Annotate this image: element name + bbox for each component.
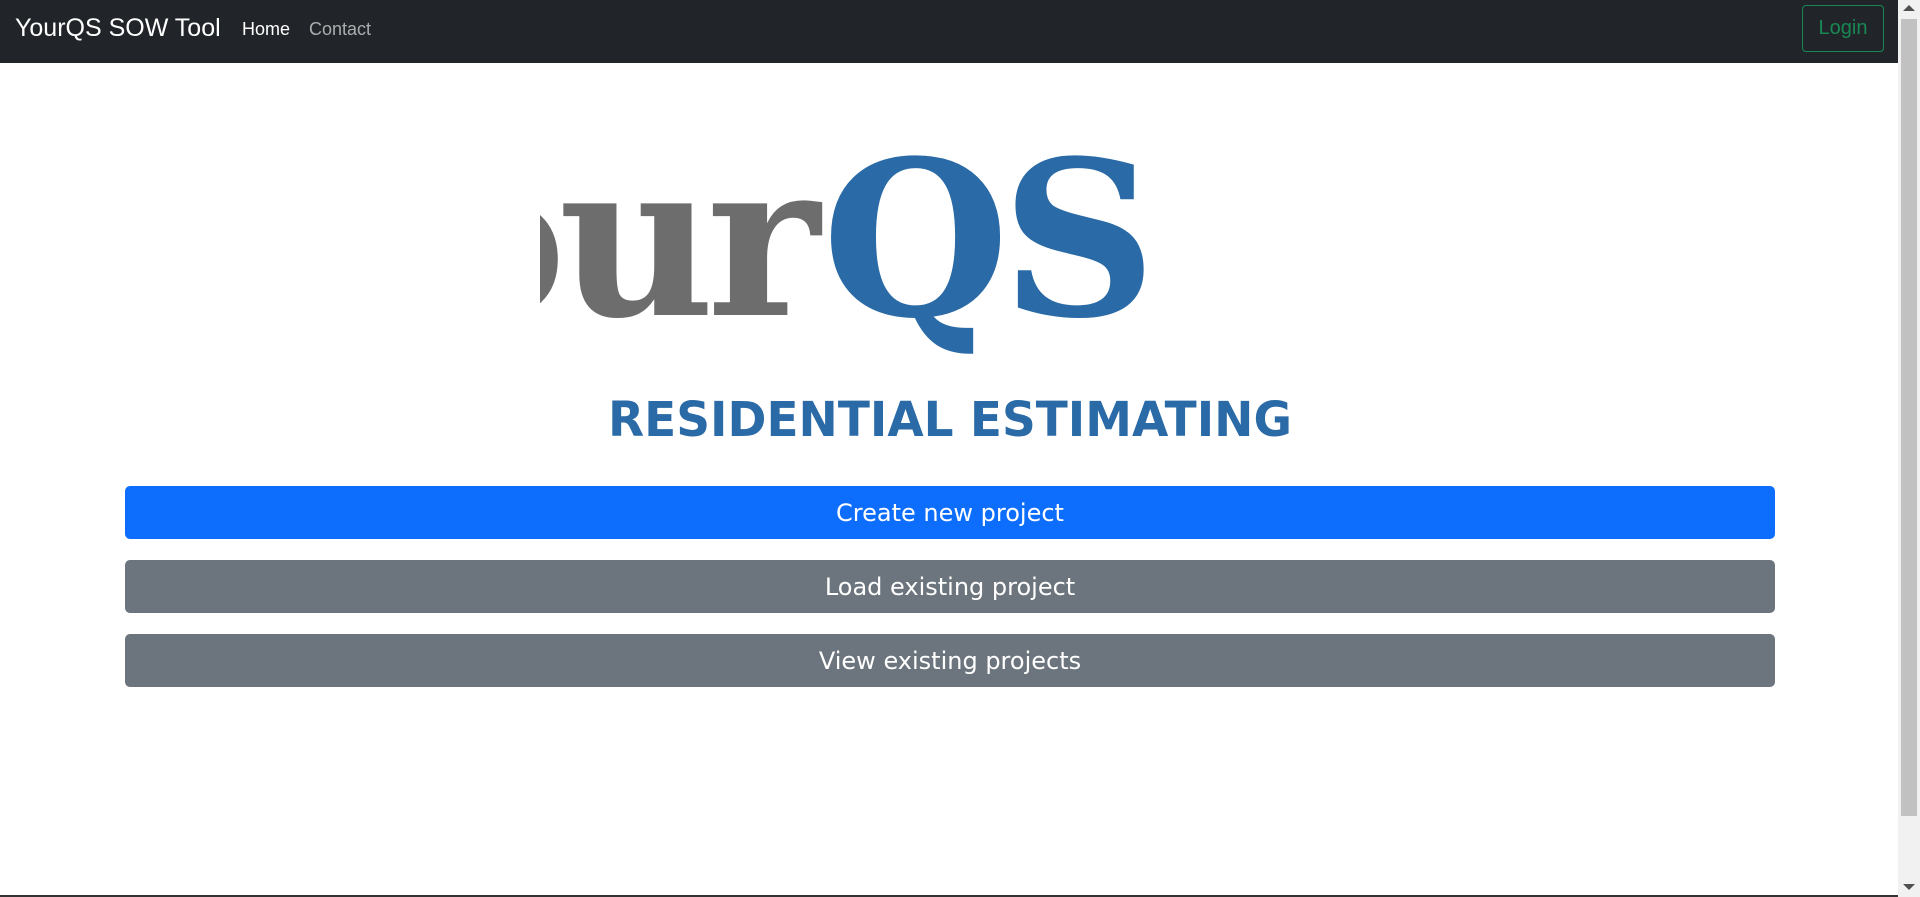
- yourqs-logo: Your QS RESIDENTIAL ESTIMATING: [540, 125, 1292, 448]
- vertical-scrollbar[interactable]: [1898, 0, 1920, 897]
- arrow-down-icon[interactable]: [1903, 884, 1915, 890]
- scrollbar-thumb[interactable]: [1901, 19, 1917, 816]
- logo-word-qs: QS: [822, 125, 1149, 366]
- nav-link-home[interactable]: Home: [242, 18, 290, 40]
- view-existing-projects-button[interactable]: View existing projects: [125, 634, 1775, 687]
- nav-link-contact[interactable]: Contact: [309, 18, 371, 40]
- top-navbar: YourQS SOW Tool Home Contact Login: [0, 0, 1898, 63]
- create-new-project-button[interactable]: Create new project: [125, 486, 1775, 539]
- arrow-up-icon[interactable]: [1903, 5, 1915, 11]
- logo-word-your: Your: [540, 125, 823, 366]
- navbar-brand[interactable]: YourQS SOW Tool: [15, 12, 221, 44]
- page: YourQS SOW Tool Home Contact Login Your …: [0, 0, 1898, 897]
- logo-tagline: RESIDENTIAL ESTIMATING: [608, 392, 1292, 448]
- login-button[interactable]: Login: [1802, 5, 1884, 52]
- load-existing-project-button[interactable]: Load existing project: [125, 560, 1775, 613]
